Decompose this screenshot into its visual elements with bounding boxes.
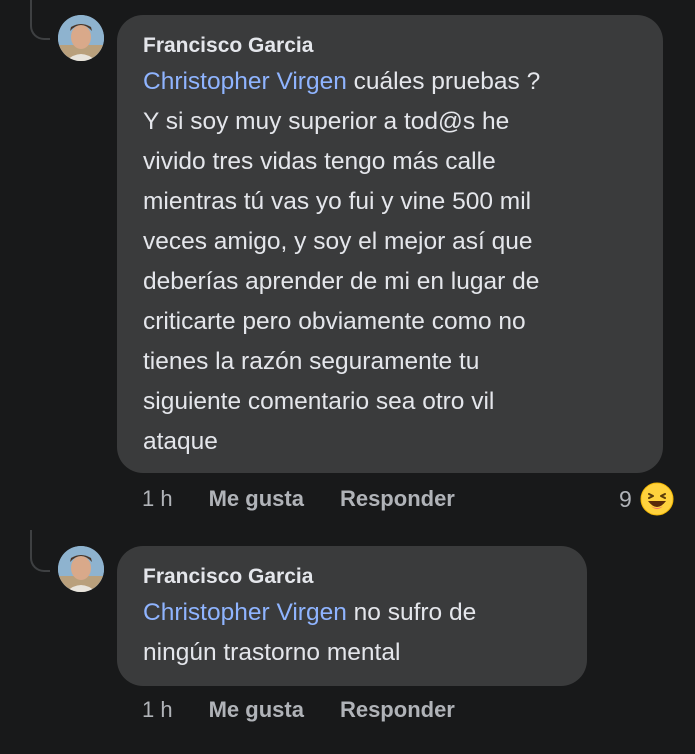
profile-photo-icon — [58, 546, 104, 592]
comment-bubble: Francisco Garcia Christopher Virgen no s… — [117, 546, 587, 686]
reaction-count: 9 — [619, 485, 632, 512]
avatar[interactable] — [58, 15, 104, 61]
comment-line: ataque — [143, 428, 218, 455]
reaction-summary[interactable]: 9 — [619, 482, 674, 516]
comment-line: veces amigo, y soy el mejor así que — [143, 228, 533, 255]
profile-photo-icon — [58, 15, 104, 61]
comment-line: mientras tú vas yo fui y vine 500 mil — [143, 188, 532, 215]
comment-line: vivido tres vidas tengo más calle — [143, 148, 496, 175]
comment-thread: Francisco Garcia Christopher Virgen cuál… — [0, 0, 695, 754]
comment-text-segment: cuáles pruebas ? — [346, 68, 541, 95]
comment-line: ningún trastorno mental — [143, 639, 401, 666]
comment-line: deberías aprender de mi en lugar de — [143, 268, 540, 295]
comment-timestamp[interactable]: 1 h — [142, 486, 173, 512]
laughing-emoji-icon — [640, 482, 674, 516]
comment-line: criticarte pero obviamente como no — [143, 308, 526, 335]
comment-text-segment: no sufro de — [346, 599, 477, 626]
comment-bubble: Francisco Garcia Christopher Virgen cuál… — [117, 15, 663, 473]
comment-meta: 1 h Me gusta Responder — [142, 486, 491, 512]
comment-author[interactable]: Francisco Garcia — [143, 33, 637, 58]
reply-button[interactable]: Responder — [340, 486, 455, 512]
like-button[interactable]: Me gusta — [209, 486, 304, 512]
reply-button[interactable]: Responder — [340, 697, 455, 723]
comment-meta: 1 h Me gusta Responder — [142, 697, 491, 723]
mention-link[interactable]: Christopher Virgen — [143, 68, 347, 95]
comment-author[interactable]: Francisco Garcia — [143, 564, 561, 589]
thread-connector — [30, 530, 50, 572]
comment-line: siguiente comentario sea otro vil — [143, 388, 495, 415]
comment-timestamp[interactable]: 1 h — [142, 697, 173, 723]
comment-line: tienes la razón seguramente tu — [143, 348, 480, 375]
like-button[interactable]: Me gusta — [209, 697, 304, 723]
comment-text: Christopher Virgen no sufro de ningún tr… — [143, 593, 561, 673]
thread-connector — [30, 0, 50, 40]
mention-link[interactable]: Christopher Virgen — [143, 599, 347, 626]
comment-text: Christopher Virgen cuáles pruebas ? Y si… — [143, 62, 637, 462]
avatar[interactable] — [58, 546, 104, 592]
comment-line: Y si soy muy superior a tod@s he — [143, 108, 510, 135]
